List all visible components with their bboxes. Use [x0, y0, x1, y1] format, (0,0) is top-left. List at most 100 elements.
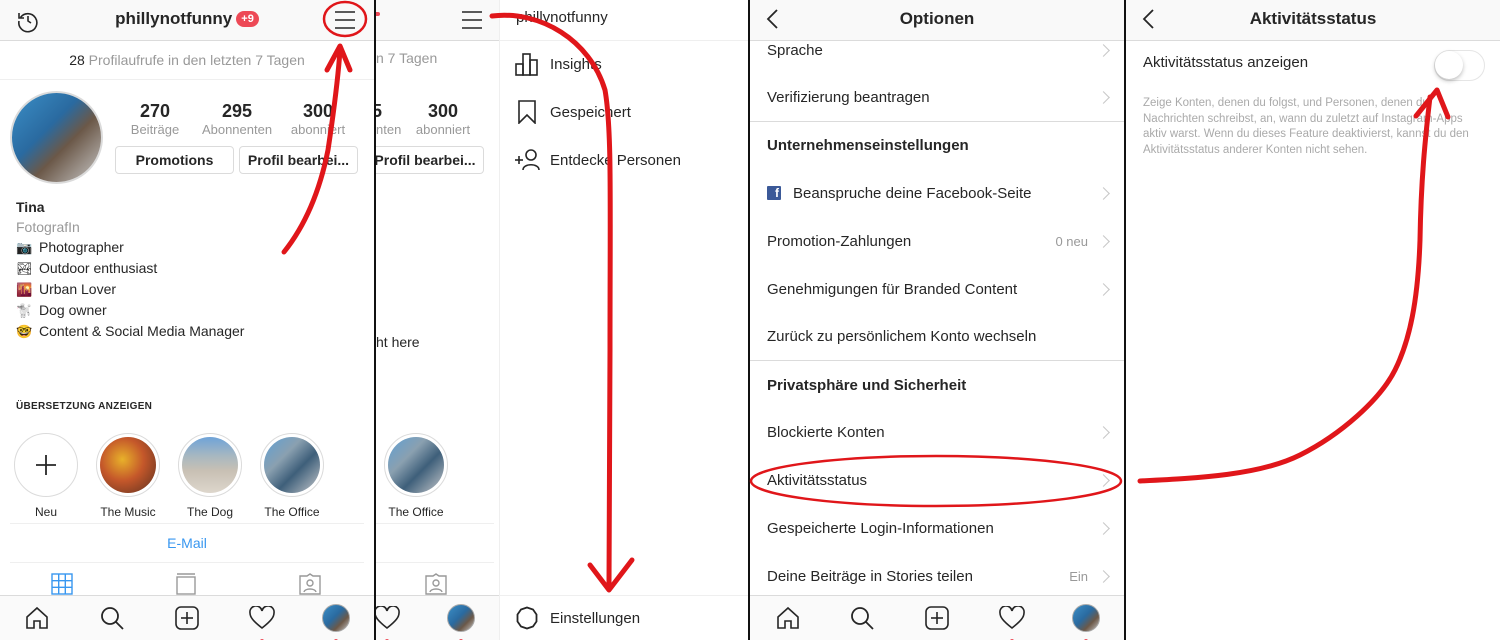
profile-screen: phillynotfunny +9 28 Profilaufrufe in den…	[0, 0, 374, 640]
menu-item-settings[interactable]: Einstellungen	[514, 603, 640, 633]
activity-heart-icon[interactable]	[248, 604, 276, 640]
bio-line: 🌇 Urban Lover	[16, 279, 244, 300]
activity-heart-icon[interactable]	[376, 604, 401, 640]
profile-views-banner[interactable]: 28 Profilaufrufe in den letzten 7 Tagen	[0, 42, 374, 80]
poodle-icon: 🐩	[16, 303, 33, 318]
add-person-icon	[514, 147, 540, 173]
tagged-icon[interactable]	[298, 572, 322, 596]
option-promotion-payments[interactable]: Promotion-Zahlungen 0 neu	[750, 217, 1124, 265]
tagged-icon[interactable]	[424, 572, 448, 596]
activity-heart-icon[interactable]	[998, 604, 1026, 640]
option-activity-status[interactable]: Aktivitätsstatus	[750, 456, 1124, 504]
chevron-right-icon	[1097, 473, 1110, 487]
menu-item-discover-people[interactable]: Entdecke Personen	[514, 145, 681, 175]
edit-profile-button[interactable]: Profil bearbei...	[239, 146, 358, 174]
activity-status-screen: Aktivitätsstatus Aktivitätsstatus anzeig…	[1126, 0, 1500, 640]
divider	[376, 523, 494, 524]
panel-divider	[748, 0, 750, 640]
option-value: 0 neu	[1055, 233, 1088, 249]
hamburger-menu-icon[interactable]	[331, 6, 359, 34]
profile-tab-avatar[interactable]	[322, 604, 350, 640]
bio-line: 🏞 Outdoor enthusiast	[16, 258, 244, 279]
stat-following[interactable]: 300 abonniert	[403, 101, 483, 137]
option-switch-personal-account[interactable]: Zurück zu persönlichem Konto wechseln	[750, 312, 1124, 360]
new-post-icon[interactable]	[923, 604, 951, 632]
grid-icon[interactable]	[50, 572, 74, 596]
stat-posts[interactable]: 270 Beiträge	[115, 101, 195, 137]
home-icon[interactable]	[774, 604, 802, 632]
notification-badge: +9	[236, 11, 259, 27]
bottom-navigation	[750, 595, 1124, 640]
camera-icon: 📷	[16, 240, 33, 255]
profile-header-partial	[376, 0, 499, 41]
divider	[10, 523, 364, 524]
activity-header: Aktivitätsstatus	[1126, 0, 1500, 41]
highlight-the-office[interactable]: The Office	[384, 433, 448, 519]
menu-item-saved[interactable]: Gespeichert	[514, 97, 631, 127]
edit-profile-button[interactable]: Profil bearbei...	[376, 146, 484, 174]
bio-line: 🤓 Content & Social Media Manager	[16, 321, 244, 342]
email-button[interactable]: E-Mail	[0, 535, 374, 551]
side-menu-screen: n 7 Tagen 5 nten 300 abonniert Profil bea…	[376, 0, 748, 640]
activity-description: Zeige Konten, denen du folgst, und Perso…	[1143, 97, 1469, 156]
search-icon[interactable]	[98, 604, 126, 632]
divider	[500, 40, 748, 41]
city-sunset-icon: 🌇	[16, 282, 33, 297]
insights-icon	[514, 51, 540, 77]
option-facebook-page[interactable]: f Beanspruche deine Facebook-Seite	[750, 169, 1124, 217]
toggle-knob	[1435, 51, 1463, 79]
highlight-the-office[interactable]: The Office	[260, 433, 324, 519]
menu-item-insights[interactable]: Insights	[514, 49, 602, 79]
hamburger-menu-icon[interactable]	[458, 6, 486, 34]
search-icon[interactable]	[848, 604, 876, 632]
activity-title: Aktivitätsstatus	[1249, 9, 1377, 28]
chevron-right-icon	[1097, 234, 1110, 248]
bio-fragment: ht here	[376, 334, 420, 350]
bio-line: 📷 Photographer	[16, 237, 244, 258]
home-icon[interactable]	[23, 604, 51, 632]
bio-line: 🐩 Dog owner	[16, 300, 244, 321]
gear-icon	[514, 605, 540, 631]
bottom-navigation-partial	[376, 595, 499, 640]
notification-badge	[376, 12, 380, 16]
menu-username: phillynotfunny	[516, 9, 608, 26]
highlight-the-music[interactable]: The Music	[96, 433, 160, 519]
bottom-navigation	[0, 595, 374, 640]
options-screen: Optionen Sprache Verifizierung beantrage…	[750, 0, 1124, 640]
profile-category: FotografIn	[16, 219, 80, 235]
bookmark-icon	[514, 99, 540, 125]
section-privacy-security: Privatsphäre und Sicherheit	[767, 376, 967, 394]
option-blocked-accounts[interactable]: Blockierte Konten	[750, 408, 1124, 456]
profile-tab-avatar[interactable]	[447, 604, 475, 640]
profile-header: phillynotfunny +9	[0, 0, 374, 41]
new-post-icon[interactable]	[173, 604, 201, 632]
option-saved-login-info[interactable]: Gespeicherte Login-Informationen	[750, 504, 1124, 552]
profile-username-title[interactable]: phillynotfunny +9	[0, 9, 374, 29]
side-menu: phillynotfunny Insights Gespeichert Entd…	[499, 0, 748, 640]
chevron-right-icon	[1097, 521, 1110, 535]
profile-bio: Tina FotografIn 📷 Photographer 🏞 Outdoor e…	[16, 197, 244, 342]
panel-divider	[374, 0, 376, 640]
stat-followers[interactable]: 295 Abonnenten	[197, 101, 277, 137]
option-branded-content[interactable]: Genehmigungen für Branded Content	[750, 265, 1124, 313]
stat-partial: 5	[376, 101, 383, 121]
chevron-right-icon	[1097, 425, 1110, 439]
profile-avatar[interactable]	[10, 91, 103, 184]
option-request-verification[interactable]: Verifizierung beantragen	[750, 73, 1124, 121]
option-language[interactable]: Sprache	[750, 26, 1124, 74]
option-share-posts-to-stories[interactable]: Deine Beiträge in Stories teilen Ein	[750, 552, 1124, 600]
promotions-button[interactable]: Promotions	[115, 146, 234, 174]
chevron-right-icon	[1097, 43, 1110, 57]
activity-status-toggle[interactable]	[1434, 50, 1485, 81]
show-translation-link[interactable]: ÜBERSETZUNG ANZEIGEN	[16, 401, 152, 412]
option-value: Ein	[1069, 568, 1088, 584]
profile-tab-avatar[interactable]	[1072, 604, 1100, 640]
highlight-new[interactable]: Neu	[14, 433, 78, 519]
panel-divider	[1124, 0, 1126, 640]
chevron-right-icon	[1097, 90, 1110, 104]
highlight-the-dog[interactable]: The Dog	[178, 433, 242, 519]
stat-following[interactable]: 300 abonniert	[278, 101, 358, 137]
igtv-icon[interactable]	[174, 572, 198, 596]
divider	[376, 562, 494, 563]
plus-icon	[36, 455, 56, 475]
